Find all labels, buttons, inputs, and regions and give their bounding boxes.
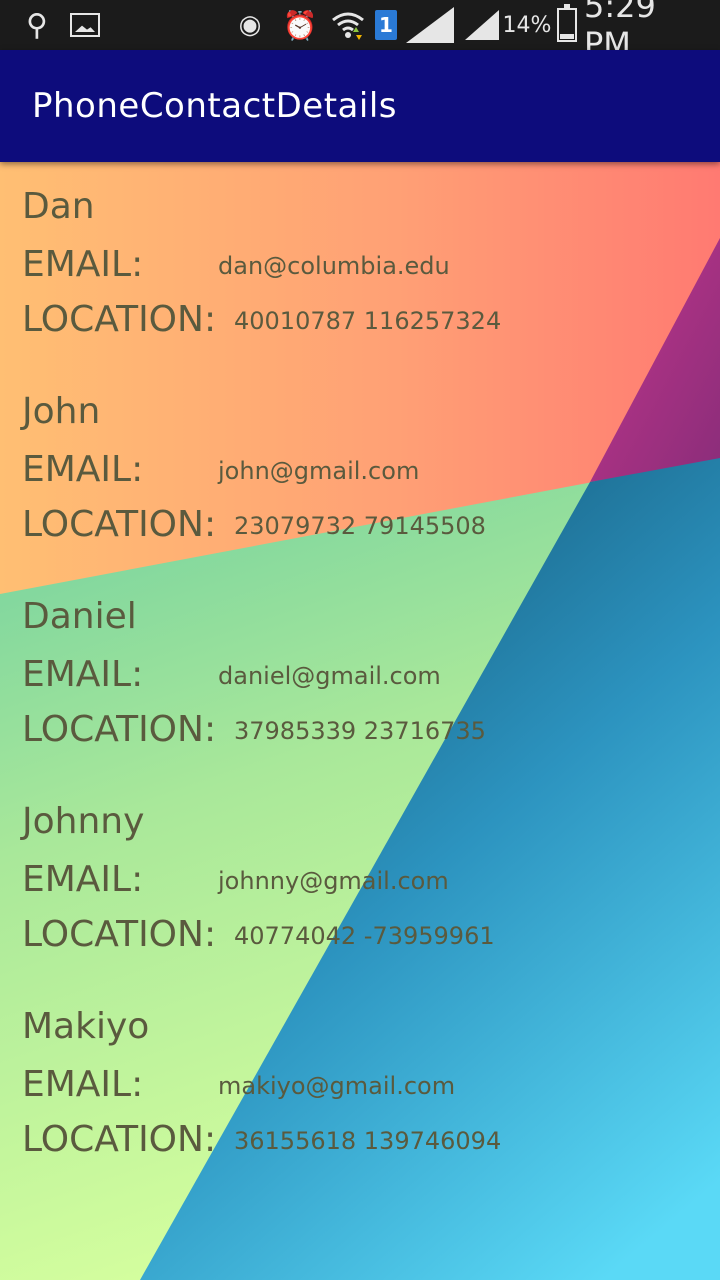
list-item[interactable]: Johnny EMAIL: johnny@gmail.com LOCATION:…: [0, 777, 720, 967]
contact-list-screen[interactable]: Dan EMAIL: dan@columbia.edu LOCATION: 40…: [0, 162, 720, 1280]
list-item[interactable]: Dan EMAIL: dan@columbia.edu LOCATION: 40…: [0, 162, 720, 352]
sim-icon: 1: [374, 0, 398, 50]
contact-name: Dan: [22, 186, 95, 227]
signal-strength-icon: [404, 0, 456, 50]
alarm-icon: ⏰: [282, 8, 318, 42]
email-label: EMAIL:: [22, 244, 144, 285]
location-label: LOCATION:: [22, 504, 217, 545]
battery-icon: [554, 0, 580, 50]
sim-label: 1: [375, 10, 397, 40]
email-label: EMAIL:: [22, 654, 144, 695]
location-label: LOCATION:: [22, 914, 217, 955]
contact-name: Johnny: [22, 801, 145, 842]
location-label: LOCATION:: [22, 299, 217, 340]
location-value: 40010787 116257324: [234, 307, 502, 335]
email-value: johnny@gmail.com: [218, 867, 449, 895]
email-label: EMAIL:: [22, 449, 144, 490]
location-value: 23079732 79145508: [234, 512, 486, 540]
email-value: daniel@gmail.com: [218, 662, 441, 690]
list-item[interactable]: Makiyo EMAIL: makiyo@gmail.com LOCATION:…: [0, 982, 720, 1172]
location-value: 36155618 139746094: [234, 1127, 502, 1155]
contact-name: Makiyo: [22, 1006, 150, 1047]
location-label: LOCATION:: [22, 1119, 217, 1160]
list-item[interactable]: Daniel EMAIL: daniel@gmail.com LOCATION:…: [0, 572, 720, 762]
email-label: EMAIL:: [22, 859, 144, 900]
usb-icon: ⚲: [26, 7, 48, 43]
list-item[interactable]: John EMAIL: john@gmail.com LOCATION: 230…: [0, 367, 720, 557]
wifi-icon: [330, 0, 366, 50]
contact-name: John: [22, 391, 101, 432]
signal-strength-icon-2: [464, 0, 500, 50]
location-value: 37985339 23716735: [234, 717, 486, 745]
app-bar: PhoneContactDetails: [0, 50, 720, 162]
email-label: EMAIL:: [22, 1064, 144, 1105]
clock: 5:29 PM: [584, 0, 656, 63]
contact-name: Daniel: [22, 596, 137, 637]
email-value: makiyo@gmail.com: [218, 1072, 456, 1100]
app-title: PhoneContactDetails: [32, 86, 397, 126]
eye-icon: ◉: [238, 10, 262, 40]
gallery-icon: [68, 0, 102, 50]
email-value: john@gmail.com: [218, 457, 420, 485]
email-value: dan@columbia.edu: [218, 252, 450, 280]
location-label: LOCATION:: [22, 709, 217, 750]
battery-percent: 14%: [502, 12, 552, 38]
status-bar: ⚲ ◉ ⏰ 1 14% 5:29 PM: [0, 0, 720, 63]
location-value: 40774042 -73959961: [234, 922, 495, 950]
